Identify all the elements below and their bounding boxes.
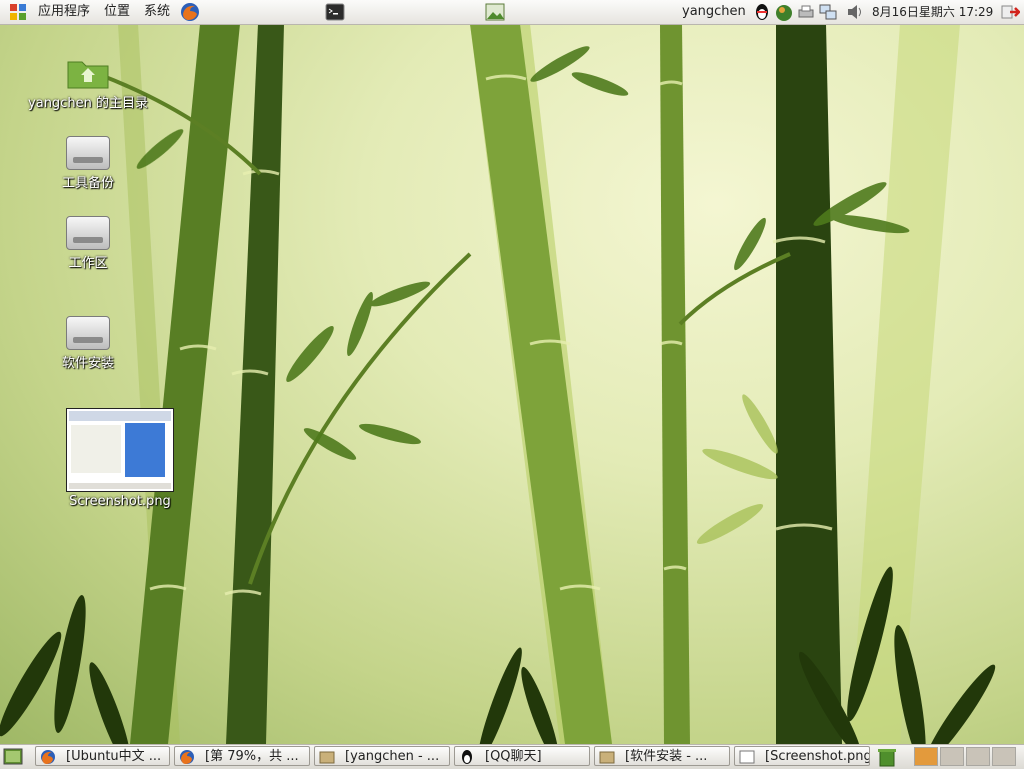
qq-icon[interactable]: [752, 2, 772, 22]
drive-icon: [66, 216, 110, 250]
top-panel: 应用程序 位置 系统 yangchen 8月16日星期六 17:29: [0, 0, 1024, 25]
workspace-2[interactable]: [940, 747, 964, 766]
taskbar-item-label: [QQ聊天]: [485, 749, 542, 764]
desktop-icon-label: Screenshot.png: [69, 494, 171, 509]
desktop-icon-home[interactable]: yangchen 的主目录: [26, 56, 150, 111]
qq-icon: [462, 750, 472, 764]
desktop-icon-screenshot[interactable]: Screenshot.png: [60, 408, 180, 509]
desktop-icon-label: 工作区: [68, 256, 108, 271]
desktop-icon-label: 软件安装: [61, 356, 114, 371]
workspace-3[interactable]: [966, 747, 990, 766]
desktop-icon-label: yangchen 的主目录: [28, 96, 148, 111]
bottom-panel: [Ubuntu中文 ... [第 79%，共 ... [yangchen - .…: [0, 744, 1024, 769]
taskbar-item[interactable]: [Ubuntu中文 ...: [35, 746, 170, 766]
printer-icon[interactable]: [796, 2, 816, 22]
screenshot-icon[interactable]: [485, 2, 505, 22]
user-name[interactable]: yangchen: [682, 0, 746, 24]
volume-icon[interactable]: [845, 2, 865, 22]
workspace-1[interactable]: [914, 747, 938, 766]
desktop-icon-label: 工具备份: [61, 176, 114, 191]
taskbar-item-label: [软件安装 - ...: [625, 749, 708, 764]
home-folder-icon: [67, 61, 109, 89]
show-desktop-icon[interactable]: [3, 747, 23, 767]
clock[interactable]: 8月16日星期六 17:29: [872, 0, 993, 24]
taskbar-item[interactable]: [Screenshot.png]: [734, 746, 870, 766]
taskbar-item[interactable]: [软件安装 - ...: [594, 746, 730, 766]
desktop-icon-tools-backup[interactable]: 工具备份: [48, 136, 128, 191]
desktop-icon-workspace[interactable]: 工作区: [48, 216, 128, 271]
workspace-4[interactable]: [992, 747, 1016, 766]
chicken-icon[interactable]: [774, 2, 794, 22]
taskbar-item[interactable]: [第 79%，共 ...: [174, 746, 310, 766]
folder-icon: [599, 751, 615, 764]
taskbar-item[interactable]: [QQ聊天]: [454, 746, 590, 766]
taskbar-item-label: [yangchen - ...: [345, 749, 440, 764]
desktop-icon-software-install[interactable]: 软件安装: [48, 316, 128, 371]
menu-applications[interactable]: 应用程序: [31, 0, 97, 24]
menu-places[interactable]: 位置: [97, 0, 137, 24]
terminal-icon[interactable]: [325, 2, 345, 22]
desktop-background[interactable]: yangchen 的主目录 工具备份 工作区 软件安装 Screenshot.p…: [0, 24, 1024, 744]
network-icon[interactable]: [818, 2, 838, 22]
main-menu-icon[interactable]: [8, 2, 28, 22]
screenshot-thumbnail: [66, 408, 174, 492]
taskbar-item[interactable]: [yangchen - ...: [314, 746, 450, 766]
trash-icon[interactable]: [876, 747, 898, 767]
logout-icon[interactable]: [1000, 2, 1020, 22]
firefox-icon: [180, 750, 194, 764]
taskbar-item-label: [第 79%，共 ...: [205, 749, 299, 764]
firefox-icon: [41, 750, 55, 764]
taskbar-item-label: [Ubuntu中文 ...: [66, 749, 162, 764]
folder-icon: [319, 751, 335, 764]
bamboo-wallpaper: [0, 24, 996, 744]
drive-icon: [66, 136, 110, 170]
image-icon: [739, 750, 755, 764]
menu-system[interactable]: 系统: [137, 0, 177, 24]
firefox-icon[interactable]: [180, 2, 200, 22]
taskbar-item-label: [Screenshot.png]: [765, 749, 870, 764]
drive-icon: [66, 316, 110, 350]
